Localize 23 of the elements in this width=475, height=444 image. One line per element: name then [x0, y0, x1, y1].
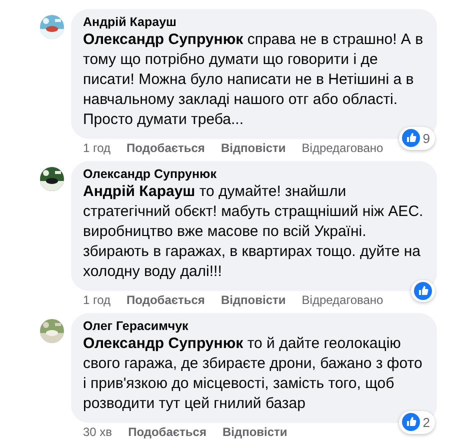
edited-label: Відредаговано [302, 141, 384, 156]
reply-link[interactable]: Відповісти [222, 425, 288, 440]
reaction-badge[interactable] [411, 280, 435, 302]
like-link[interactable]: Подобається [126, 141, 205, 156]
timestamp[interactable]: 1 год [83, 141, 111, 156]
reaction-count: 9 [422, 130, 431, 148]
like-link[interactable]: Подобається [128, 425, 206, 440]
timestamp[interactable]: 1 год [83, 293, 111, 308]
edited-label: Відредаговано [302, 293, 384, 308]
author-name[interactable]: Андрій Карауш [83, 14, 176, 30]
comment-text: Андрій Карауш то думайте! знайшли стратегічний обєкт! мабуть стращніший ніж АЕС. виробництво вже масове по всій Україні. збирають в гаражах, в квартирах тощо. дуйте на холодну воду далі!!! [83, 182, 424, 282]
like-link[interactable]: Подобається [126, 293, 205, 308]
reply-link[interactable]: Відповісти [220, 293, 286, 308]
author-name[interactable]: Олександр Супрунюк [83, 166, 216, 182]
like-icon [414, 282, 432, 300]
timestamp[interactable]: 30 хв [83, 425, 112, 440]
reaction-badge[interactable]: 9 [398, 126, 435, 150]
like-icon [402, 413, 420, 432]
reaction-badge[interactable]: 2 [398, 410, 435, 434]
reaction-count: 2 [422, 414, 431, 432]
author-name[interactable]: Олег Герасимчук [83, 318, 188, 334]
reply-link[interactable]: Відповісти [220, 141, 286, 156]
like-icon [402, 129, 420, 148]
